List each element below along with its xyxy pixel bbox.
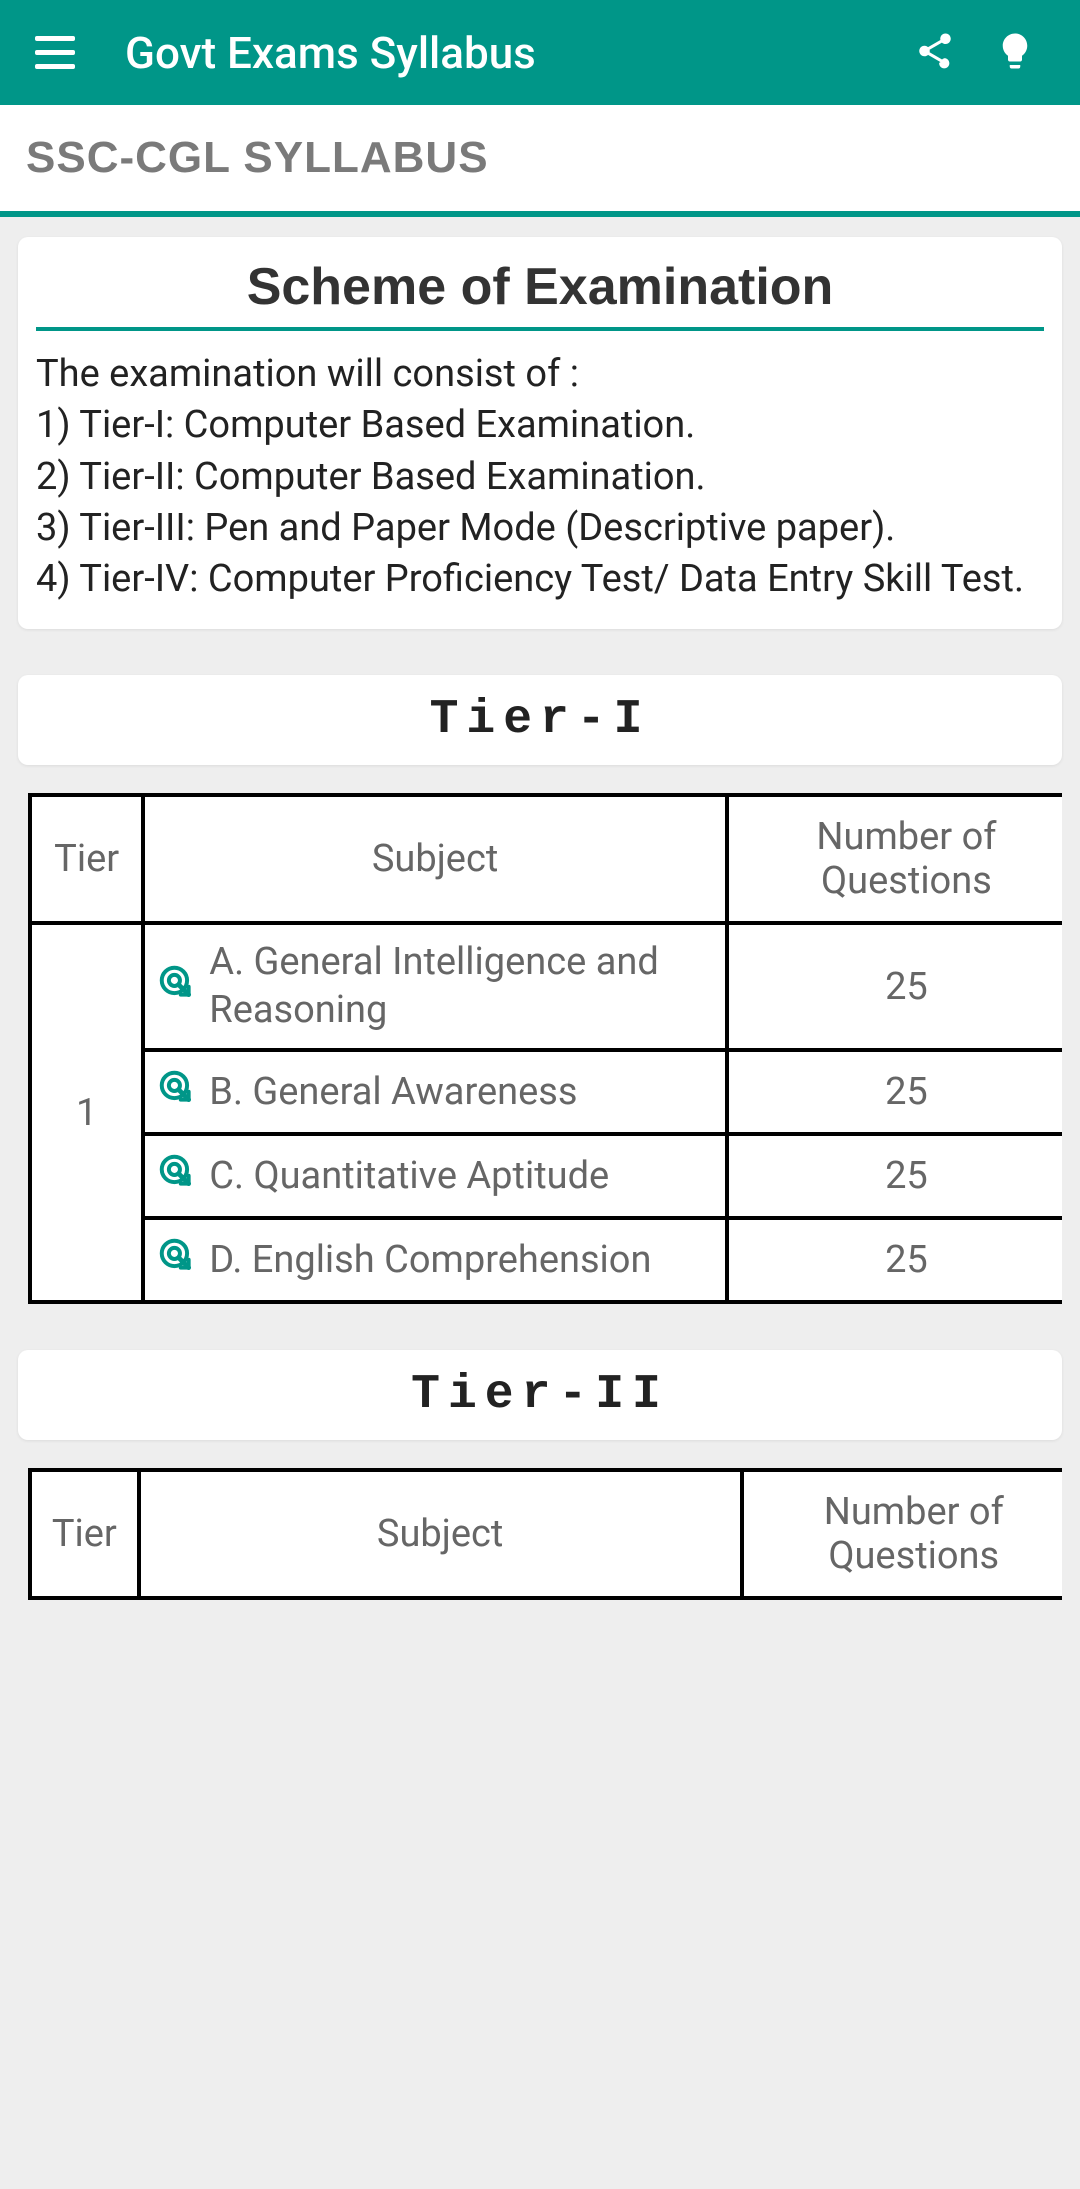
scheme-body: The examination will consist of : 1) Tie…	[36, 349, 1044, 605]
hamburger-icon	[35, 36, 75, 69]
subject-cell[interactable]: C. Quantitative Aptitude	[143, 1134, 727, 1218]
content-area: Scheme of Examination The examination wi…	[0, 217, 1080, 1666]
tier2-label-card: Tier-II	[18, 1350, 1062, 1440]
num-cell: 25	[727, 923, 1062, 1050]
pointer-icon	[157, 963, 195, 1011]
table-row: D. English Comprehension 25	[30, 1218, 1062, 1302]
tier1-table: Tier Subject Number of Questions 1 A. Ge…	[28, 793, 1062, 1304]
th-num: Number of Questions	[742, 1470, 1063, 1598]
pointer-icon	[157, 1068, 195, 1116]
scheme-line: 1) Tier-I: Computer Based Examination.	[36, 400, 1044, 451]
tier1-label-card: Tier-I	[18, 675, 1062, 765]
scheme-heading: Scheme of Examination	[36, 257, 1044, 331]
menu-button[interactable]	[25, 36, 85, 69]
app-bar: Govt Exams Syllabus	[0, 0, 1080, 105]
num-cell: 25	[727, 1218, 1062, 1302]
th-num: Number of Questions	[727, 795, 1062, 923]
th-tier: Tier	[30, 795, 143, 923]
subject-text: A. General Intelligence and Reasoning	[209, 939, 713, 1034]
th-subject: Subject	[143, 795, 727, 923]
subject-cell[interactable]: D. English Comprehension	[143, 1218, 727, 1302]
page-subtitle-bar: SSC-CGL SYLLABUS	[0, 105, 1080, 217]
subject-cell[interactable]: A. General Intelligence and Reasoning	[143, 923, 727, 1050]
tier1-header-row: Tier Subject Number of Questions	[30, 795, 1062, 923]
scheme-intro: The examination will consist of :	[36, 349, 1044, 400]
num-cell: 25	[727, 1134, 1062, 1218]
subject-text: C. Quantitative Aptitude	[209, 1153, 609, 1201]
table-row: B. General Awareness 25	[30, 1050, 1062, 1134]
th-subject: Subject	[139, 1470, 742, 1598]
scheme-card: Scheme of Examination The examination wi…	[18, 237, 1062, 629]
tier-value: 1	[30, 923, 143, 1302]
subject-text: B. General Awareness	[209, 1069, 577, 1117]
pointer-icon	[157, 1152, 195, 1200]
lightbulb-icon	[994, 30, 1036, 76]
share-button[interactable]	[895, 30, 975, 76]
subject-text: D. English Comprehension	[209, 1237, 651, 1285]
scheme-line: 2) Tier-II: Computer Based Examination.	[36, 452, 1044, 503]
th-tier: Tier	[30, 1470, 139, 1598]
scheme-line: 3) Tier-III: Pen and Paper Mode (Descrip…	[36, 503, 1044, 554]
scheme-line: 4) Tier-IV: Computer Proficiency Test/ D…	[36, 554, 1044, 605]
num-cell: 25	[727, 1050, 1062, 1134]
tier2-table: Tier Subject Number of Questions	[28, 1468, 1062, 1600]
tier2-header-row: Tier Subject Number of Questions	[30, 1470, 1062, 1598]
table-row: 1 A. General Intelligence and Reasoning …	[30, 923, 1062, 1050]
tier2-table-wrap[interactable]: Tier Subject Number of Questions	[18, 1468, 1062, 1600]
page-subtitle: SSC-CGL SYLLABUS	[26, 133, 1054, 183]
hint-button[interactable]	[975, 30, 1055, 76]
subject-cell[interactable]: B. General Awareness	[143, 1050, 727, 1134]
pointer-icon	[157, 1236, 195, 1284]
table-row: C. Quantitative Aptitude 25	[30, 1134, 1062, 1218]
share-icon	[914, 30, 956, 76]
tier1-table-wrap[interactable]: Tier Subject Number of Questions 1 A. Ge…	[18, 793, 1062, 1304]
app-title: Govt Exams Syllabus	[125, 27, 895, 79]
